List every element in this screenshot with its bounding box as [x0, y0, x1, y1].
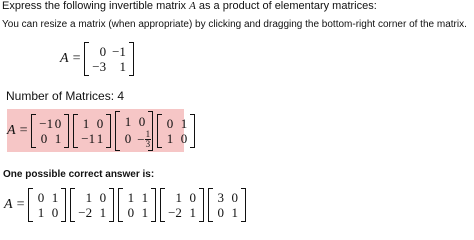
matrix-cell: 1: [141, 190, 149, 205]
resize-hint: You can resize a matrix (when appropriat…: [2, 19, 467, 30]
correct-matrix-1: 0 1 1 0: [27, 188, 67, 222]
matrix-cell-input[interactable]: 1: [176, 116, 190, 131]
given-lhs: A =: [60, 51, 82, 66]
fraction-numerator: 1: [144, 128, 152, 140]
prompt-variable: A: [189, 0, 196, 12]
matrix-count-label: Number of Matrices: 4: [6, 89, 125, 103]
matrix-cell: 1: [51, 190, 59, 205]
matrix-cell: 1: [175, 190, 182, 205]
matrix-cell-input[interactable]: 0: [92, 116, 106, 131]
matrix-cell-input[interactable]: −1: [78, 131, 95, 146]
matrix-cell: 1: [231, 205, 238, 220]
matrix-cell-input[interactable]: 1: [50, 131, 64, 146]
matrix-cell-input[interactable]: 0: [36, 131, 50, 146]
matrix-cell: 1: [85, 190, 93, 205]
user-equation: A = −1 0 0 1 1 0 −1 1 1 0 0 −1 3 0 1 1 0: [7, 109, 198, 152]
matrix-cell: 0: [99, 190, 107, 205]
matrix-cell-input[interactable]: 0: [176, 131, 190, 146]
matrix-cell-input[interactable]: −1: [36, 116, 53, 131]
prompt-suffix: as a product of elementary matrices:: [195, 0, 377, 12]
matrix-cell: 0: [231, 190, 238, 205]
user-matrix-4[interactable]: 0 1 1 0: [156, 113, 196, 148]
matrix-cell-input[interactable]: 1: [92, 131, 106, 146]
correct-matrix-4: 1 0 −2 1: [159, 188, 205, 222]
given-matrix: 0 −1 −3 1: [83, 42, 135, 76]
correct-matrix-2: 1 0 −2 1: [69, 188, 115, 222]
matrix-cell: 0: [189, 190, 196, 205]
given-equation: A = 0 −1 −3 1: [60, 42, 137, 76]
correct-matrix-3: 1 1 0 1: [117, 188, 157, 222]
prompt-prefix: Express the following invertible matrix: [2, 0, 190, 12]
user-matrix-1[interactable]: −1 0 0 1: [30, 113, 70, 148]
matrix-cell-input[interactable]: −1 3: [134, 129, 152, 149]
correct-matrix-5: 3 0 0 1: [207, 188, 247, 222]
user-answer-area[interactable]: A = −1 0 0 1 1 0 −1 1 1 0 0 −1 3 0 1 1 0: [7, 109, 196, 152]
fraction-denominator: 3: [145, 138, 151, 149]
matrix-cell-input[interactable]: 1: [120, 113, 134, 130]
minus-sign: −: [137, 131, 145, 147]
matrix-cell-input[interactable]: 0: [134, 113, 148, 130]
matrix-cell-input[interactable]: 0: [50, 116, 64, 131]
matrix-cell: −1: [112, 44, 126, 59]
matrix-cell: 0: [127, 205, 135, 220]
matrix-cell: 1: [99, 205, 107, 220]
matrix-cell: 0: [51, 205, 59, 220]
matrix-cell: −2: [168, 205, 182, 220]
correct-answer-title: One possible correct answer is:: [3, 169, 155, 180]
matrix-cell: 1: [37, 205, 45, 220]
matrix-cell: 0: [99, 44, 107, 59]
matrix-cell-input[interactable]: 1: [78, 116, 92, 131]
user-matrix-2[interactable]: 1 0 −1 1: [72, 113, 112, 148]
correct-equation: A = 0 1 1 0 1 0 −2 1 1 1 0 1 1 0 −2 1 3 …: [4, 188, 249, 222]
correct-lhs: A =: [4, 197, 26, 212]
matrix-cell-input[interactable]: 0: [162, 116, 176, 131]
matrix-cell: −3: [92, 59, 107, 74]
question-prompt: Express the following invertible matrix …: [2, 0, 377, 12]
user-lhs: A =: [7, 122, 29, 138]
matrix-cell-input[interactable]: 1: [162, 131, 176, 146]
matrix-cell: 0: [37, 190, 45, 205]
matrix-cell: 1: [189, 205, 196, 220]
matrix-cell: 0: [217, 205, 224, 220]
matrix-cell-input[interactable]: 0: [120, 130, 134, 149]
fraction: 13: [144, 128, 152, 149]
matrix-cell: 1: [141, 205, 149, 220]
user-matrix-3[interactable]: 1 0 0 −1 3: [114, 110, 154, 151]
matrix-cell: 3: [217, 190, 224, 205]
matrix-cell: 1: [119, 59, 126, 74]
matrix-cell: 1: [127, 190, 135, 205]
matrix-cell: −2: [78, 205, 93, 220]
